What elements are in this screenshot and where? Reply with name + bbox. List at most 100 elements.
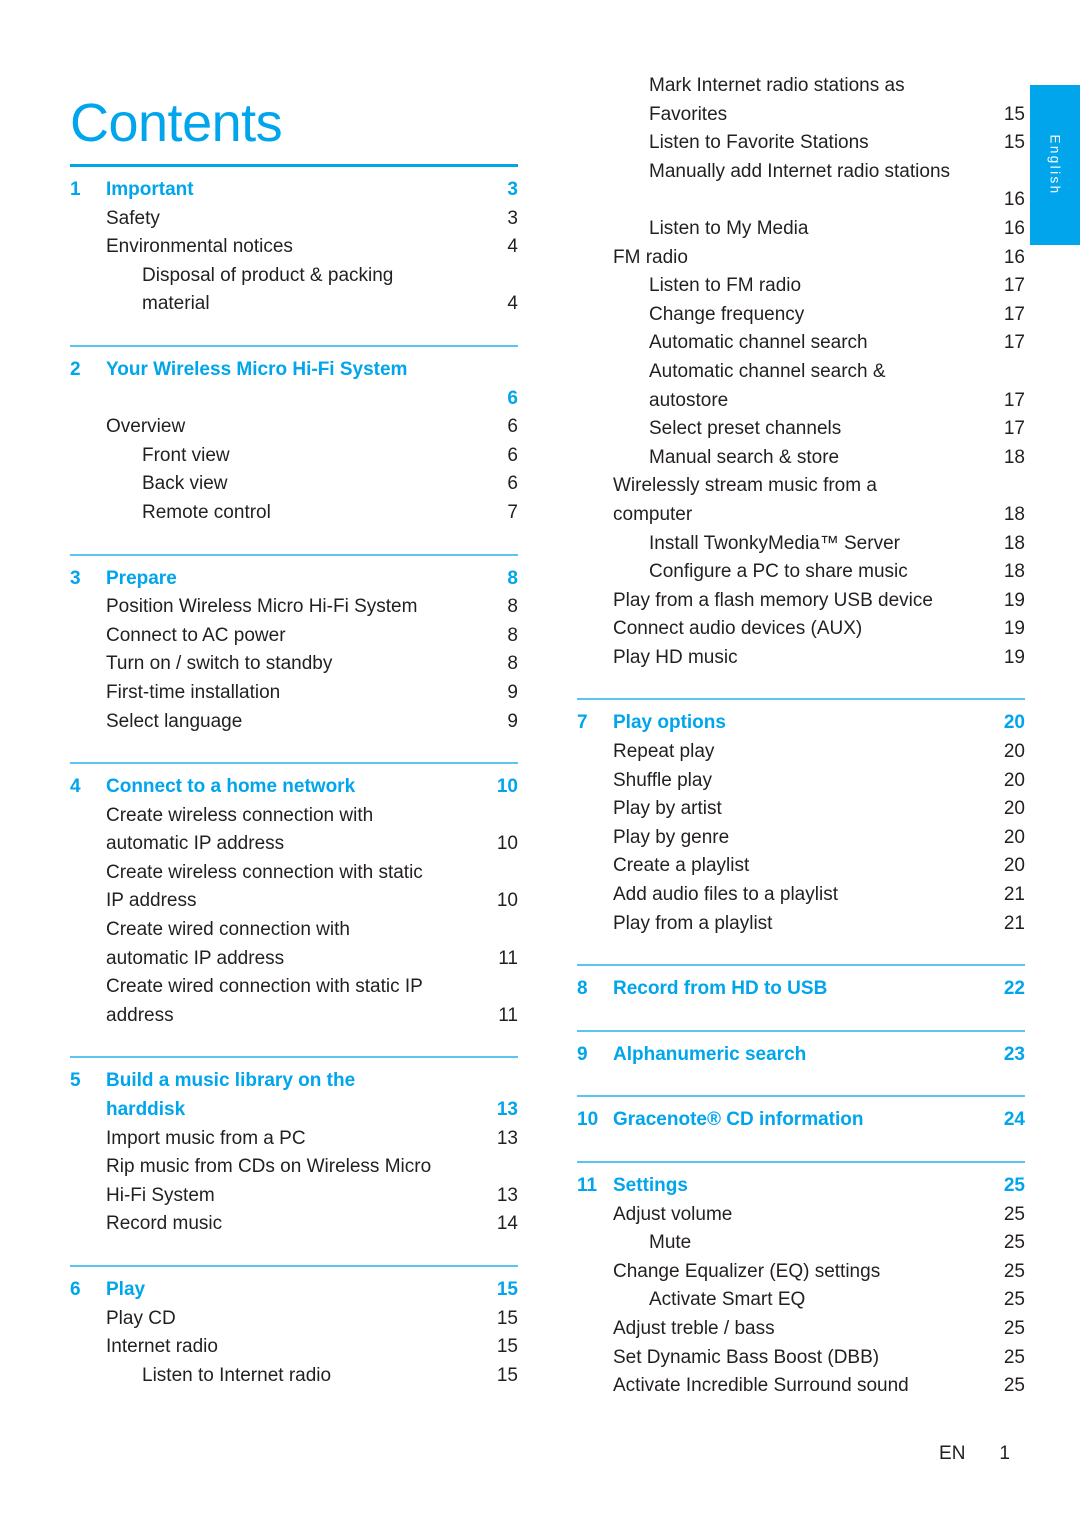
toc-entry[interactable]: Listen to Internet radio 15	[70, 1362, 518, 1391]
toc-entry[interactable]: Play CD 15	[70, 1305, 518, 1334]
toc-entry-title: Set Dynamic Bass Boost (DBB)	[613, 1346, 880, 1368]
toc-entry[interactable]: Play from a flash memory USB device 19	[577, 587, 1025, 616]
toc-entry[interactable]: FM radio 16	[577, 244, 1025, 273]
toc-entry[interactable]: Listen to Favorite Stations 15	[577, 129, 1025, 158]
toc-entry-title: Automatic channel search	[649, 332, 868, 354]
toc-entry[interactable]: Mute 25	[577, 1229, 1025, 1258]
toc-entry[interactable]: Create wired connection with	[70, 916, 518, 945]
toc-entry[interactable]: Disposal of product & packing	[70, 262, 518, 291]
toc-entry[interactable]: Environmental notices 4	[70, 233, 518, 262]
toc-entry-title: Record music	[106, 1213, 223, 1235]
toc-entry[interactable]: computer 18	[577, 501, 1025, 530]
toc-entry[interactable]: Automatic channel search 17	[577, 329, 1025, 358]
toc-entry[interactable]: Configure a PC to share music 18	[577, 558, 1025, 587]
toc-entry[interactable]: Set Dynamic Bass Boost (DBB) 25	[577, 1344, 1025, 1373]
toc-entry[interactable]: Play by genre 20	[577, 824, 1025, 853]
toc-entry[interactable]: automatic IP address 11	[70, 945, 518, 974]
toc-entry[interactable]: Add audio files to a playlist 21	[577, 881, 1025, 910]
toc-chapter-title-line2[interactable]: harddisk 13	[70, 1096, 518, 1125]
toc-entry[interactable]: Hi-Fi System 13	[70, 1182, 518, 1211]
toc-entry[interactable]: Select preset channels 17	[577, 415, 1025, 444]
toc-entry[interactable]: Select language 9	[70, 708, 518, 737]
toc-entry[interactable]: Create wired connection with static IP	[70, 973, 518, 1002]
toc-entry-page: 18	[1003, 503, 1025, 525]
toc-entry[interactable]: Internet radio 15	[70, 1333, 518, 1362]
toc-entry-page: 7	[507, 501, 518, 523]
toc-entry[interactable]: Repeat play 20	[577, 738, 1025, 767]
toc-entry[interactable]: Rip music from CDs on Wireless Micro	[70, 1153, 518, 1182]
toc-entry-title: address	[106, 1004, 174, 1026]
toc-chapter-3[interactable]: 3 Prepare 8	[70, 565, 518, 594]
toc-entry-title: Play CD	[106, 1307, 176, 1329]
toc-entry[interactable]: Listen to My Media 16	[577, 215, 1025, 244]
toc-entry-page: 21	[1003, 912, 1025, 934]
toc-entry[interactable]: material 4	[70, 290, 518, 319]
toc-entry[interactable]: Front view 6	[70, 442, 518, 471]
toc-entry-title: Play from a flash memory USB device	[613, 589, 933, 611]
toc-entry-title: Position Wireless Micro Hi-Fi System	[106, 596, 418, 618]
toc-entry[interactable]: Manually add Internet radio stations	[577, 158, 1025, 187]
toc-entry[interactable]: Listen to FM radio 17	[577, 272, 1025, 301]
toc-entry-page: 20	[1003, 855, 1025, 877]
toc-entry-title: Create a playlist	[613, 855, 750, 877]
toc-entry[interactable]: Back view 6	[70, 470, 518, 499]
toc-chapter-2[interactable]: 2 Your Wireless Micro Hi-Fi System	[70, 356, 518, 385]
toc-chapter-page: 3	[507, 179, 518, 200]
toc-entry-page: 8	[507, 624, 518, 646]
toc-chapter-1[interactable]: 1 Important 3	[70, 176, 518, 205]
toc-entry[interactable]: Mark Internet radio stations as	[577, 72, 1025, 101]
toc-chapter-9[interactable]: 9 Alphanumeric search 23	[577, 1041, 1025, 1070]
toc-entry[interactable]: Record music 14	[70, 1210, 518, 1239]
toc-entry[interactable]: Automatic channel search &	[577, 358, 1025, 387]
toc-entry[interactable]: Adjust volume 25	[577, 1201, 1025, 1230]
section-divider	[70, 762, 518, 765]
toc-entry-title: Install TwonkyMedia™ Server	[649, 532, 900, 554]
toc-chapter-11[interactable]: 11 Settings 25	[577, 1172, 1025, 1201]
toc-entry[interactable]: Favorites 15	[577, 101, 1025, 130]
toc-entry[interactable]: Wirelessly stream music from a	[577, 472, 1025, 501]
toc-entry[interactable]: Manual search & store 18	[577, 444, 1025, 473]
toc-entry-title: Listen to My Media	[649, 217, 809, 239]
toc-entry[interactable]: Play from a playlist 21	[577, 910, 1025, 939]
toc-entry-title: Manually add Internet radio stations	[649, 160, 951, 182]
toc-entry-title: Listen to Favorite Stations	[649, 132, 869, 154]
toc-entry[interactable]: First-time installation 9	[70, 679, 518, 708]
toc-entry[interactable]: Install TwonkyMedia™ Server 18	[577, 530, 1025, 559]
toc-entry[interactable]: Adjust treble / bass 25	[577, 1315, 1025, 1344]
toc-entry-title: Connect audio devices (AUX)	[613, 618, 863, 640]
toc-entry[interactable]: Change frequency 17	[577, 301, 1025, 330]
toc-entry[interactable]: Activate Incredible Surround sound 25	[577, 1372, 1025, 1401]
page-footer: EN 1	[0, 1443, 1010, 1465]
toc-entry[interactable]: Create a playlist 20	[577, 852, 1025, 881]
toc-chapter-7[interactable]: 7 Play options 20	[577, 709, 1025, 738]
toc-entry[interactable]: Position Wireless Micro Hi-Fi System 8	[70, 593, 518, 622]
toc-entry[interactable]: Connect to AC power 8	[70, 622, 518, 651]
toc-chapter-6[interactable]: 6 Play 15	[70, 1276, 518, 1305]
toc-chapter-5[interactable]: 5 Build a music library on the	[70, 1067, 518, 1096]
toc-chapter-10[interactable]: 10 Gracenote® CD information 24	[577, 1106, 1025, 1135]
toc-chapter-page-line[interactable]: 6	[70, 385, 518, 414]
toc-chapter-4[interactable]: 4 Connect to a home network 10	[70, 773, 518, 802]
toc-entry-title: Automatic channel search &	[649, 360, 886, 382]
toc-entry[interactable]: Connect audio devices (AUX) 19	[577, 615, 1025, 644]
toc-entry[interactable]: automatic IP address 10	[70, 830, 518, 859]
toc-entry[interactable]: Create wireless connection with static	[70, 859, 518, 888]
toc-entry[interactable]: autostore 17	[577, 387, 1025, 416]
toc-chapter-title: Play	[106, 1279, 146, 1300]
toc-entry[interactable]: Change Equalizer (EQ) settings 25	[577, 1258, 1025, 1287]
toc-entry[interactable]: Import music from a PC 13	[70, 1125, 518, 1154]
toc-entry[interactable]: Shuffle play 20	[577, 767, 1025, 796]
toc-entry[interactable]: Play by artist 20	[577, 795, 1025, 824]
toc-entry[interactable]: 16	[577, 186, 1025, 215]
toc-entry-title: Hi-Fi System	[106, 1184, 215, 1206]
toc-chapter-8[interactable]: 8 Record from HD to USB 22	[577, 975, 1025, 1004]
toc-entry[interactable]: Create wireless connection with	[70, 802, 518, 831]
toc-entry[interactable]: Play HD music 19	[577, 644, 1025, 673]
toc-entry[interactable]: Remote control 7	[70, 499, 518, 528]
toc-entry[interactable]: IP address 10	[70, 887, 518, 916]
toc-entry[interactable]: Overview 6	[70, 413, 518, 442]
toc-entry[interactable]: Safety 3	[70, 205, 518, 234]
toc-entry[interactable]: Activate Smart EQ 25	[577, 1286, 1025, 1315]
toc-entry[interactable]: address 11	[70, 1002, 518, 1031]
toc-entry[interactable]: Turn on / switch to standby 8	[70, 650, 518, 679]
